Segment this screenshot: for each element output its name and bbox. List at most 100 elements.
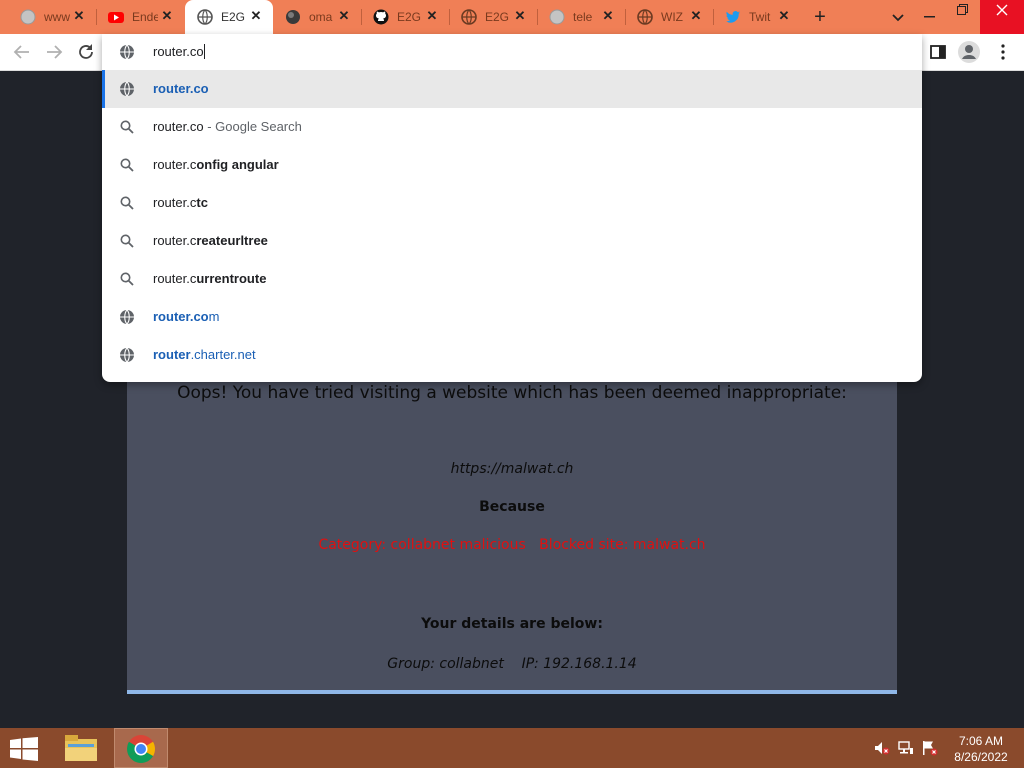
chrome-taskbar-button[interactable] (114, 728, 168, 768)
search-icon (120, 234, 134, 248)
globe-dark-icon (286, 10, 300, 24)
restore-button[interactable] (946, 0, 980, 34)
tab-6[interactable]: E2G ✕ (449, 0, 537, 34)
url-suggestion[interactable]: router.co (102, 70, 922, 108)
volume-muted-icon[interactable] (874, 740, 890, 756)
suggestion-text: router.charter.net (153, 347, 256, 362)
tab-title: E2G (485, 10, 510, 24)
close-icon[interactable]: ✕ (160, 9, 174, 23)
tab-4[interactable]: oma ✕ (273, 0, 361, 34)
suggestion-text: router.createurltree (153, 233, 268, 248)
suggestion-text-part: tc (196, 195, 208, 210)
search-suggestion[interactable]: router.co - Google Search (102, 108, 922, 146)
tab-8[interactable]: WIZ ✕ (625, 0, 713, 34)
suggestion-text-part: router.co (153, 81, 209, 96)
suggestion-text-part: .charter.net (190, 347, 256, 362)
search-icon (120, 272, 134, 286)
search-suggestion[interactable]: router.currentroute (102, 260, 922, 298)
close-icon[interactable]: ✕ (72, 9, 86, 23)
suggestion-text-part: router.co (153, 119, 204, 134)
globe-icon (197, 9, 213, 25)
reload-icon[interactable] (76, 42, 96, 62)
address-bar[interactable]: router.co (102, 34, 922, 70)
action-center-flag-icon[interactable] (922, 740, 938, 756)
windows-start-icon[interactable] (10, 737, 38, 761)
url-suggestion[interactable]: router.charter.net (102, 336, 922, 374)
system-clock[interactable]: 7:06 AM 8/26/2022 (948, 733, 1014, 765)
tab-title: E2G (397, 10, 422, 24)
suggestion-text: router.config angular (153, 157, 279, 172)
blocked-url: https://malwat.ch (450, 461, 574, 477)
globe-icon (461, 9, 477, 25)
suggestion-text: router.co (153, 81, 209, 96)
search-icon (120, 196, 134, 210)
suggestion-text-part: router.c (153, 233, 197, 248)
suggestion-text-part: - Google Search (203, 119, 302, 134)
close-icon[interactable]: ✕ (601, 9, 615, 23)
close-icon (996, 4, 1008, 16)
tab-7[interactable]: tele ✕ (537, 0, 625, 34)
tab-3-active[interactable]: E2G ✕ (185, 0, 273, 34)
twitter-icon (726, 11, 740, 23)
side-panel-icon[interactable] (928, 42, 948, 62)
windows-taskbar: 7:06 AM 8/26/2022 (0, 728, 1024, 768)
minimize-button[interactable] (912, 0, 946, 34)
search-icon (120, 158, 134, 172)
tab-title: oma (309, 10, 333, 24)
close-icon[interactable]: ✕ (777, 9, 791, 23)
details-label: Your details are below: (421, 616, 603, 632)
more-vertical-icon[interactable] (996, 42, 1010, 62)
address-input-text: router.co (153, 44, 204, 59)
suggestion-text-part: router.c (153, 195, 197, 210)
suggestion-text: router.ctc (153, 195, 208, 210)
tab-title: tele (573, 10, 593, 24)
because-label: Because (479, 499, 545, 515)
close-icon[interactable]: ✕ (337, 9, 351, 23)
tab-5[interactable]: E2G ✕ (361, 0, 449, 34)
tab-title: WIZ (661, 10, 683, 24)
globe-icon (120, 44, 134, 60)
youtube-icon (108, 12, 124, 23)
new-tab-button[interactable]: + (810, 7, 830, 27)
clock-date: 8/26/2022 (954, 750, 1008, 764)
globe-icon (120, 309, 134, 325)
tab-9[interactable]: Twit ✕ (713, 0, 801, 34)
chevron-down-icon[interactable] (890, 9, 906, 25)
globe-icon (120, 347, 134, 363)
network-icon[interactable] (898, 740, 914, 756)
clock-time: 7:06 AM (958, 734, 1004, 748)
search-suggestion[interactable]: router.config angular (102, 146, 922, 184)
tab-title: Twit (749, 10, 771, 24)
close-icon[interactable]: ✕ (689, 9, 703, 23)
tab-title: www. (44, 10, 70, 24)
file-explorer-taskbar-button[interactable] (54, 728, 108, 768)
suggestion-text-part: router.c (153, 157, 197, 172)
suggestion-text: router.co - Google Search (153, 119, 302, 134)
close-icon[interactable]: ✕ (513, 9, 527, 23)
globe-icon (549, 9, 565, 25)
folder-icon (65, 735, 97, 761)
url-suggestion[interactable]: router.com (102, 298, 922, 336)
profile-avatar-button[interactable] (958, 41, 980, 63)
close-icon[interactable]: ✕ (425, 9, 439, 23)
tab-1[interactable]: www. ✕ (8, 0, 96, 34)
suggestion-text-part: router (153, 347, 191, 362)
text-caret (203, 44, 205, 59)
search-suggestion[interactable]: router.createurltree (102, 222, 922, 260)
close-icon[interactable]: ✕ (249, 9, 263, 23)
back-arrow-icon[interactable] (12, 42, 32, 62)
forward-arrow-icon[interactable] (44, 42, 64, 62)
blocked-page-panel: Oops! You have tried visiting a website … (127, 372, 897, 694)
suggestion-text-part: urrentroute (196, 271, 267, 286)
minimize-icon (924, 16, 935, 18)
close-window-button[interactable] (980, 0, 1024, 34)
suggestion-text: router.com (153, 309, 219, 324)
suggestion-text-part: reateurltree (196, 233, 268, 248)
tab-2[interactable]: Ende ✕ (96, 0, 184, 34)
search-suggestion[interactable]: router.ctc (102, 184, 922, 222)
address-input[interactable]: router.co (153, 44, 205, 59)
blocked-heading: Oops! You have tried visiting a website … (177, 383, 847, 403)
globe-icon (120, 81, 134, 97)
suggestion-text-part: m (208, 309, 220, 324)
tab-title: Ende (132, 10, 158, 24)
